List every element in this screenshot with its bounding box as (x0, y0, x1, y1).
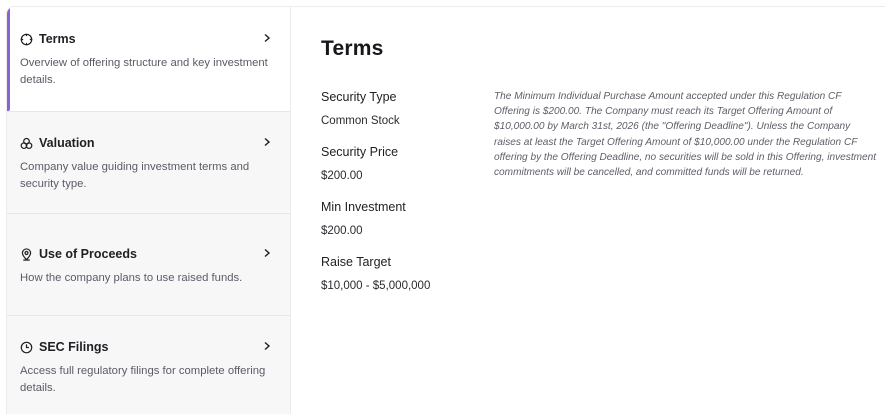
sidebar-item-description: Company value guiding investment terms a… (20, 161, 250, 190)
fact-label: Min Investment (321, 200, 406, 214)
fact-value: Common Stock (321, 115, 400, 127)
location-pin-icon (20, 247, 33, 261)
fact-label: Security Type (321, 90, 397, 104)
fact-min-investment: Min Investment $200.00 (321, 199, 481, 238)
chevron-right-icon (262, 137, 274, 149)
page-title: Terms (321, 37, 384, 60)
sidebar-item-label: Valuation (39, 136, 95, 150)
fact-value: $10,000 - $5,000,000 (321, 280, 431, 292)
fact-label: Raise Target (321, 255, 391, 269)
sidebar: Terms Overview of offering structure and… (7, 7, 291, 414)
sidebar-item-description: Overview of offering structure and key i… (20, 57, 268, 86)
users-icon (20, 137, 33, 150)
sidebar-item-terms[interactable]: Terms Overview of offering structure and… (7, 7, 290, 111)
sidebar-item-valuation[interactable]: Valuation Company value guiding investme… (7, 112, 290, 213)
chevron-right-icon (262, 341, 274, 353)
fact-security-type: Security Type Common Stock (321, 89, 481, 128)
terms-content: Terms Security Type Common Stock Securit… (291, 7, 885, 414)
terms-panel: Terms Overview of offering structure and… (6, 6, 885, 414)
sidebar-item-label: Terms (39, 32, 76, 46)
fact-security-price: Security Price $200.00 (321, 144, 481, 183)
sidebar-item-label: Use of Proceeds (39, 247, 137, 261)
fact-value: $200.00 (321, 225, 363, 237)
fact-value: $200.00 (321, 170, 363, 182)
sidebar-item-description: Access full regulatory filings for compl… (20, 365, 266, 394)
terms-facts: Security Type Common Stock Security Pric… (321, 89, 481, 309)
fact-raise-target: Raise Target $10,000 - $5,000,000 (321, 254, 481, 293)
sidebar-item-description: How the company plans to use raised fund… (20, 272, 243, 284)
sidebar-item-label: SEC Filings (39, 340, 109, 354)
fact-label: Security Price (321, 145, 399, 159)
sidebar-item-sec-filings[interactable]: SEC Filings Access full regulatory filin… (7, 316, 290, 414)
crosshair-icon (20, 33, 33, 46)
sidebar-item-use-of-proceeds[interactable]: Use of Proceeds How the company plans to… (7, 214, 290, 315)
clock-icon (20, 341, 33, 354)
chevron-right-icon (262, 248, 274, 260)
chevron-right-icon (262, 33, 274, 45)
offering-disclaimer: The Minimum Individual Purchase Amount a… (494, 91, 877, 179)
